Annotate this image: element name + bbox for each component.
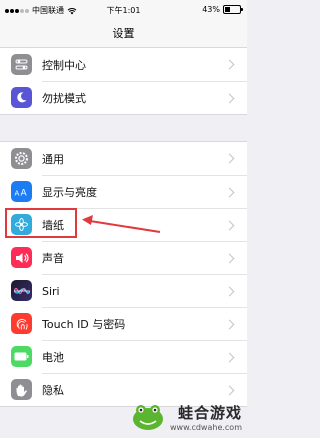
watermark-title: 蛙合游戏 <box>177 404 242 422</box>
gear-icon <box>11 148 32 169</box>
settings-row-siri[interactable]: Siri <box>0 274 247 307</box>
moon-icon <box>11 87 32 108</box>
chevron-right-icon <box>224 319 235 329</box>
battery-area: 43% <box>202 5 243 14</box>
control-center-icon <box>11 54 32 75</box>
nav-bar: 设置 <box>0 20 247 49</box>
watermark: 蛙合游戏 www.cdwahe.com <box>130 402 242 432</box>
settings-row-control-center[interactable]: 控制中心 <box>0 48 247 81</box>
battery-fill <box>225 7 231 12</box>
battery-icon <box>11 346 32 367</box>
row-label: 控制中心 <box>42 58 86 72</box>
chevron-right-icon <box>224 385 235 395</box>
chevron-right-icon <box>224 220 235 230</box>
row-label: 声音 <box>42 252 64 265</box>
row-label: 隐私 <box>42 384 64 397</box>
row-label: Touch ID 与密码 <box>42 318 126 331</box>
battery-status-icon <box>223 5 243 14</box>
chevron-right-icon <box>224 352 235 362</box>
page-title: 设置 <box>112 27 135 40</box>
settings-row-display-brightness[interactable]: A A 显示与亮度 <box>0 175 247 208</box>
annotation-arrow <box>82 215 161 233</box>
row-label: 通用 <box>42 152 64 166</box>
row-label: Siri <box>42 284 60 298</box>
settings-row-general[interactable]: 通用 <box>0 142 247 175</box>
chevron-right-icon <box>224 187 235 197</box>
settings-row-sounds[interactable]: 声音 <box>0 241 247 274</box>
watermark-url: www.cdwahe.com <box>170 423 242 432</box>
frog-logo-icon <box>133 405 164 430</box>
chevron-right-icon <box>224 253 235 263</box>
svg-text:A: A <box>15 190 20 198</box>
fingerprint-icon <box>11 313 32 334</box>
row-label: 勿扰模式 <box>42 92 86 105</box>
row-label: 显示与亮度 <box>42 186 97 199</box>
status-bar: 中国联通 下午1:01 43% <box>0 0 247 20</box>
settings-row-touch-id[interactable]: Touch ID 与密码 <box>0 307 247 340</box>
settings-group-2: 通用 A A 显示与亮度 墙纸 声音 Siri Touch ID 与密码 电池 … <box>0 141 247 407</box>
battery-percent: 43% <box>202 5 220 14</box>
row-label: 电池 <box>42 351 64 364</box>
settings-group-1: 控制中心 勿扰模式 <box>0 47 247 115</box>
chevron-right-icon <box>224 153 235 164</box>
settings-row-do-not-disturb[interactable]: 勿扰模式 <box>0 81 247 114</box>
chevron-right-icon <box>224 286 235 296</box>
annotation-highlight-box <box>5 208 77 238</box>
chevron-right-icon <box>224 59 235 70</box>
settings-row-battery[interactable]: 电池 <box>0 340 247 373</box>
siri-icon <box>11 280 32 301</box>
svg-text:A: A <box>21 189 28 198</box>
text-size-icon: A A <box>11 181 32 202</box>
speaker-icon <box>11 247 32 268</box>
chevron-right-icon <box>224 93 235 103</box>
hand-icon <box>11 379 32 400</box>
